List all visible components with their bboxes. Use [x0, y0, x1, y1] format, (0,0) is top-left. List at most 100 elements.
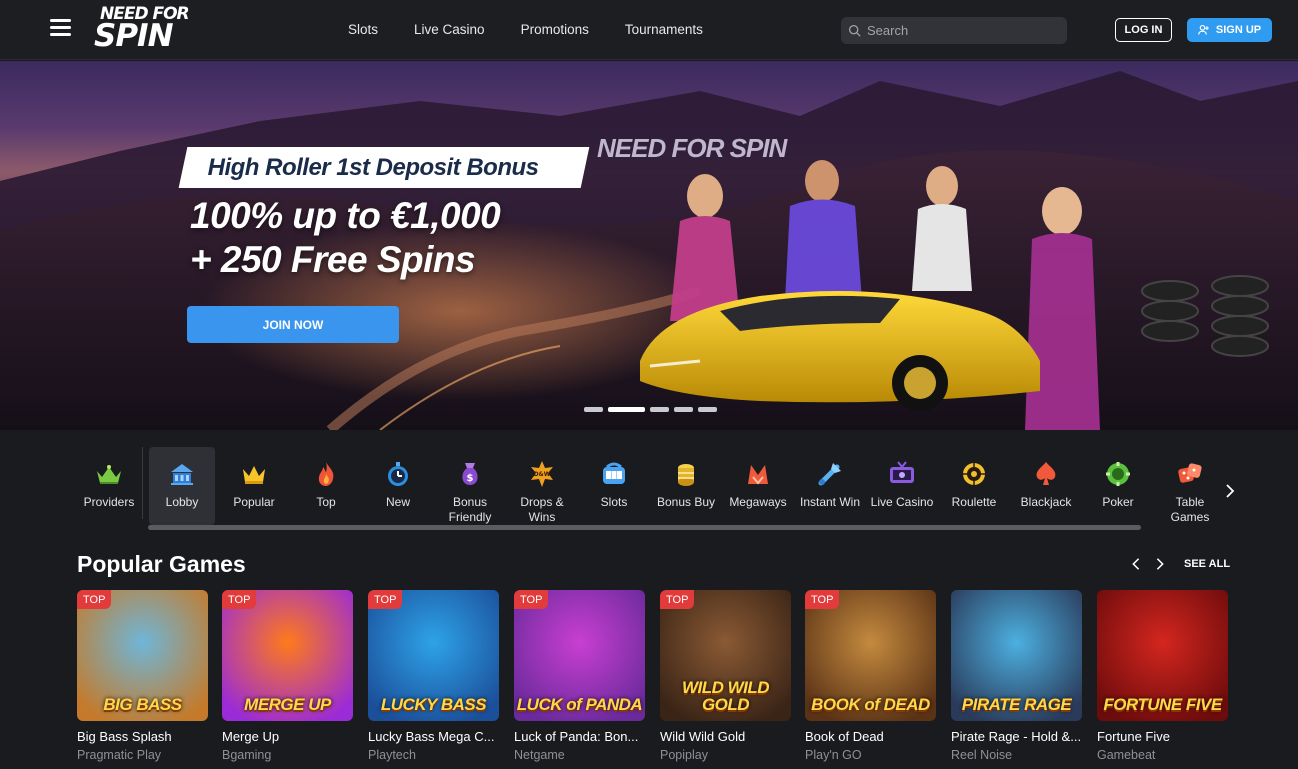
- category-bonus-friendly[interactable]: $ Bonus Friendly: [437, 447, 503, 525]
- menu-icon[interactable]: [50, 19, 71, 37]
- slide-dot[interactable]: [674, 407, 693, 412]
- category-label: New: [385, 495, 410, 509]
- category-bonus-buy[interactable]: Bonus Buy: [653, 447, 719, 525]
- chevron-right-icon[interactable]: [1222, 483, 1238, 499]
- category-providers[interactable]: Providers: [76, 447, 142, 525]
- live-tv-icon: [890, 461, 914, 483]
- dice-icon: [1178, 463, 1202, 483]
- nav-slots[interactable]: Slots: [348, 22, 378, 37]
- svg-text:$: $: [467, 473, 474, 484]
- category-top[interactable]: Top: [293, 447, 359, 525]
- hero-banner[interactable]: NEED FOR SPIN High Roller 1st Deposit Bo…: [0, 61, 1298, 430]
- category-label: Providers: [83, 495, 135, 509]
- hero-offer-line-2: + 250 Free Spins: [190, 239, 476, 280]
- hero-tag-text: High Roller 1st Deposit Bonus: [207, 154, 539, 181]
- game-name[interactable]: Fortune Five: [1097, 729, 1228, 744]
- category-live-casino[interactable]: Live Casino: [869, 447, 935, 525]
- game-card[interactable]: TOP MERGE UP Merge Up Bgaming: [222, 590, 353, 762]
- slot-machine-icon: [603, 462, 625, 484]
- chevron-right-icon[interactable]: [1153, 557, 1167, 571]
- game-thumbnail[interactable]: TOP BIG BASS: [77, 590, 208, 721]
- game-thumbnail[interactable]: TOP BOOK of DEAD: [805, 590, 936, 721]
- game-thumbnail[interactable]: TOP LUCK of PANDA: [514, 590, 645, 721]
- game-name[interactable]: Pirate Rage - Hold &...: [951, 729, 1082, 744]
- game-card[interactable]: TOP BOOK of DEAD Book of Dead Play'n GO: [805, 590, 936, 762]
- slide-dot-active[interactable]: [608, 407, 645, 412]
- slide-dot[interactable]: [650, 407, 669, 412]
- game-thumbnail[interactable]: FORTUNE FIVE: [1097, 590, 1228, 721]
- game-card[interactable]: TOP WILD WILD GOLD Wild Wild Gold Popiplay: [660, 590, 791, 762]
- game-thumbnail[interactable]: TOP WILD WILD GOLD: [660, 590, 791, 721]
- nav-promotions[interactable]: Promotions: [521, 22, 589, 37]
- game-name[interactable]: Merge Up: [222, 729, 353, 744]
- game-thumbnail[interactable]: PIRATE RAGE: [951, 590, 1082, 721]
- category-new[interactable]: New: [365, 447, 431, 525]
- section-title: Popular Games: [77, 551, 246, 577]
- game-thumbnail[interactable]: TOP LUCKY BASS: [368, 590, 499, 721]
- category-megaways[interactable]: Megaways: [725, 447, 791, 525]
- nav-live-casino[interactable]: Live Casino: [414, 22, 485, 37]
- category-scrollbar[interactable]: [148, 525, 1141, 530]
- category-roulette[interactable]: Roulette: [941, 447, 1007, 525]
- category-label: Popular: [233, 495, 275, 509]
- crown-icon: [243, 466, 265, 484]
- category-popular[interactable]: Popular: [221, 447, 287, 525]
- category-label: Bonus Buy: [656, 495, 716, 509]
- game-thumbnail[interactable]: TOP MERGE UP: [222, 590, 353, 721]
- game-card[interactable]: TOP BIG BASS Big Bass Splash Pragmatic Play: [77, 590, 208, 762]
- hero-brand-sign: NEED FOR SPIN: [597, 133, 787, 163]
- game-provider: Bgaming: [222, 748, 272, 762]
- slide-dot[interactable]: [698, 407, 717, 412]
- category-divider: [142, 447, 143, 519]
- game-name[interactable]: Lucky Bass Mega C...: [368, 729, 499, 744]
- coin-stack-icon: [678, 464, 694, 486]
- site-logo[interactable]: NEED FOR SPIN: [94, 6, 204, 52]
- search-box[interactable]: [841, 17, 1067, 44]
- category-table-games[interactable]: Table Games: [1157, 447, 1223, 525]
- game-art-title: BOOK of DEAD: [811, 695, 930, 714]
- category-label: Table Games: [1170, 495, 1210, 524]
- top-badge: TOP: [368, 590, 403, 609]
- join-now-button[interactable]: JOIN NOW: [187, 306, 399, 343]
- category-blackjack[interactable]: Blackjack: [1013, 447, 1079, 525]
- game-art-title: PIRATE RAGE: [961, 695, 1072, 714]
- game-name[interactable]: Book of Dead: [805, 729, 936, 744]
- game-card[interactable]: FORTUNE FIVE Fortune Five Gamebeat: [1097, 590, 1228, 762]
- login-button[interactable]: LOG IN: [1115, 18, 1172, 42]
- hero-tag: High Roller 1st Deposit Bonus: [178, 147, 590, 188]
- category-slots[interactable]: Slots: [581, 447, 647, 525]
- signup-button[interactable]: SIGN UP: [1187, 18, 1272, 42]
- category-instant-win[interactable]: Instant Win: [797, 447, 863, 525]
- user-add-icon: [1198, 24, 1209, 35]
- nav-tournaments[interactable]: Tournaments: [625, 22, 703, 37]
- category-lobby[interactable]: Lobby: [149, 447, 215, 525]
- signup-label: SIGN UP: [1215, 24, 1262, 36]
- lobby-icon: [171, 464, 193, 485]
- category-label: Poker: [1102, 495, 1134, 509]
- roulette-icon: [963, 463, 985, 485]
- slide-dot[interactable]: [584, 407, 603, 412]
- top-header: NEED FOR SPIN Slots Live Casino Promotio…: [0, 0, 1298, 60]
- game-card[interactable]: TOP LUCKY BASS Lucky Bass Mega C... Playtec…: [368, 590, 499, 762]
- category-poker[interactable]: Poker: [1085, 447, 1151, 525]
- chevron-left-icon[interactable]: [1129, 557, 1143, 571]
- game-name[interactable]: Luck of Panda: Bon...: [514, 729, 645, 744]
- game-card[interactable]: TOP LUCK of PANDA Luck of Panda: Bon... Net…: [514, 590, 645, 762]
- game-art-title: FORTUNE FIVE: [1103, 695, 1222, 714]
- poker-chip-icon: [1106, 462, 1130, 486]
- category-label: Top: [316, 495, 336, 509]
- game-art-title: MERGE UP: [244, 695, 331, 714]
- logo-bottom-text: SPIN: [94, 18, 174, 54]
- game-name[interactable]: Big Bass Splash: [77, 729, 208, 744]
- top-badge: TOP: [222, 590, 257, 609]
- game-card[interactable]: PIRATE RAGE Pirate Rage - Hold &... Reel N…: [951, 590, 1082, 762]
- category-label: Instant Win: [799, 495, 861, 509]
- category-label: Drops & Wins: [520, 495, 564, 524]
- category-drops-wins[interactable]: D&W Drops & Wins: [509, 447, 575, 525]
- game-art-title: LUCK of PANDA: [516, 695, 643, 714]
- see-all-link[interactable]: SEE ALL: [1184, 558, 1230, 570]
- stopwatch-icon: [388, 462, 408, 486]
- game-name[interactable]: Wild Wild Gold: [660, 729, 791, 744]
- search-input[interactable]: [867, 23, 1057, 38]
- top-badge: TOP: [514, 590, 549, 609]
